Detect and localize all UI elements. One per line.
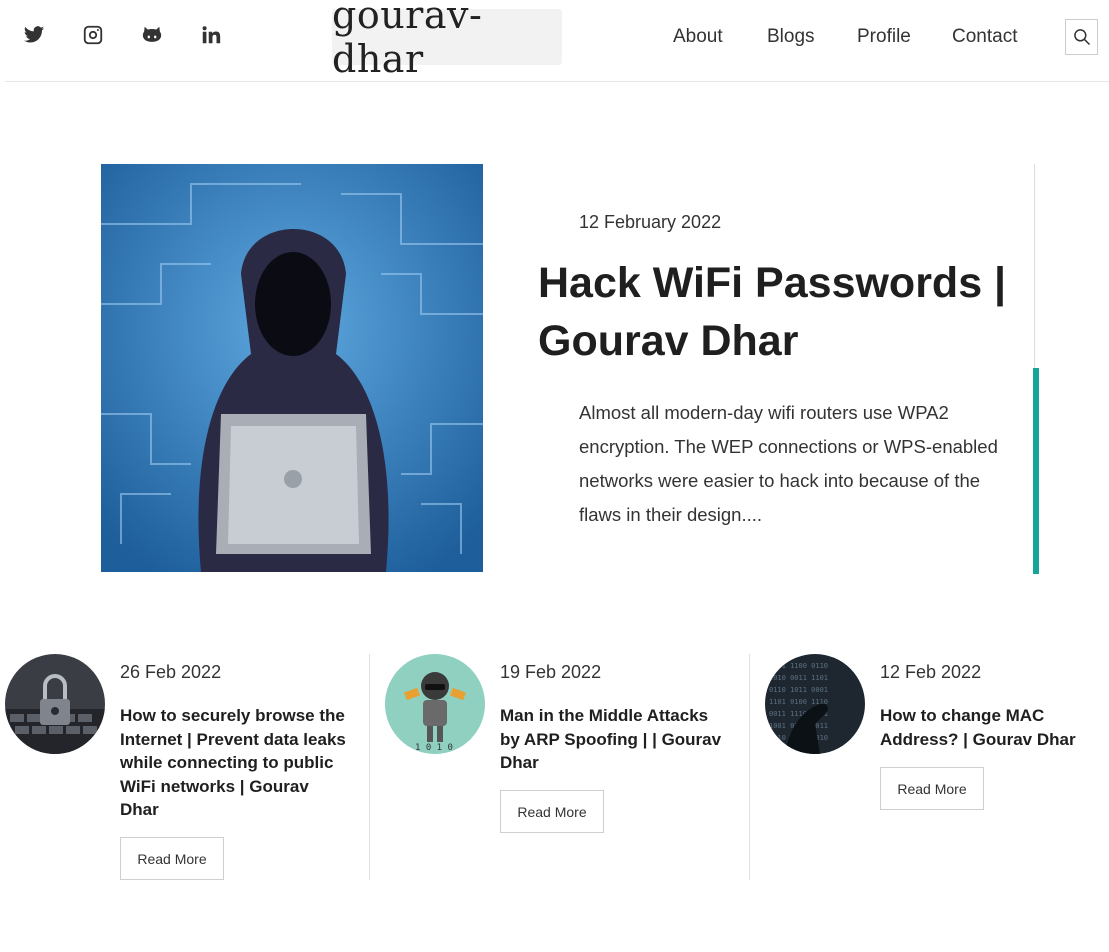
post-card: 1 0 1 0 19 Feb 2022 Man in the Middle At… (385, 654, 745, 880)
post-card: 26 Feb 2022 How to securely browse the I… (5, 654, 365, 880)
post-date: 12 Feb 2022 (880, 662, 982, 682)
featured-divider-line (1034, 164, 1035, 368)
nav-about[interactable]: About (673, 26, 723, 48)
search-button[interactable] (1065, 19, 1098, 55)
github-icon[interactable] (139, 22, 165, 48)
read-more-button[interactable]: Read More (120, 837, 224, 880)
post-thumbnail-padlock[interactable] (5, 654, 105, 754)
post-thumbnail-hacker[interactable]: 1 0 1 0 (385, 654, 485, 754)
read-more-button[interactable]: Read More (880, 767, 984, 810)
site-logo[interactable]: gourav-dhar (332, 0, 562, 81)
twitter-icon[interactable] (21, 22, 47, 48)
featured-post-image[interactable] (101, 164, 483, 572)
post-title[interactable]: How to securely browse the Internet | Pr… (120, 704, 352, 822)
svg-text:0101 1100 0110: 0101 1100 0110 (769, 662, 828, 670)
card-divider (369, 654, 370, 880)
card-divider (749, 654, 750, 880)
instagram-icon[interactable] (80, 22, 106, 48)
read-more-button[interactable]: Read More (500, 790, 604, 833)
nav-contact[interactable]: Contact (952, 26, 1017, 48)
svg-text:1 0 1 0: 1 0 1 0 (415, 743, 453, 753)
site-header: gourav-dhar About Blogs Profile Contact (5, 0, 1109, 82)
post-card: 0101 1100 0110 1010 0011 1101 0110 1011 … (765, 654, 1109, 880)
post-date: 19 Feb 2022 (500, 662, 602, 682)
featured-post-excerpt: Almost all modern-day wifi routers use W… (579, 402, 998, 525)
post-date: 26 Feb 2022 (120, 662, 222, 682)
post-title[interactable]: How to change MAC Address? | Gourav Dhar (880, 704, 1109, 751)
search-icon (1073, 29, 1090, 46)
svg-text:0110 1011 0001: 0110 1011 0001 (769, 686, 828, 694)
linkedin-icon[interactable] (198, 22, 224, 48)
svg-text:1010 0011 1101: 1010 0011 1101 (769, 674, 828, 682)
featured-accent-bar (1033, 368, 1039, 574)
nav-blogs[interactable]: Blogs (767, 26, 815, 48)
post-thumbnail-code-hand[interactable]: 0101 1100 0110 1010 0011 1101 0110 1011 … (765, 654, 865, 754)
post-title[interactable]: Man in the Middle Attacks by ARP Spoofin… (500, 704, 732, 775)
featured-post-title[interactable]: Hack WiFi Passwords | Gourav Dhar (538, 254, 1018, 370)
nav-profile[interactable]: Profile (857, 26, 911, 48)
featured-post-date: 12 February 2022 (579, 212, 722, 232)
